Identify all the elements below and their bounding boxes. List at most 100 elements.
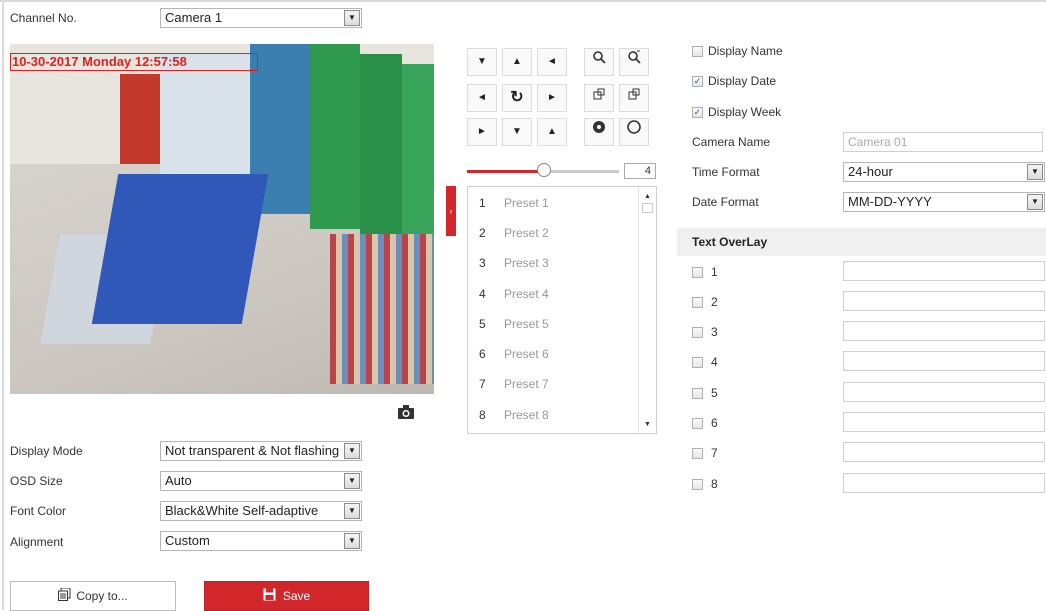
copy-to-button[interactable]: Copy to... — [10, 581, 176, 611]
ptz-down-left-2-button[interactable]: ► — [467, 118, 497, 146]
overlay-checkbox-8[interactable] — [692, 479, 703, 490]
chevron-down-icon: ▼ — [344, 443, 360, 459]
chevron-down-icon: ▼ — [344, 10, 360, 26]
ptz-right-button[interactable]: ► — [537, 84, 567, 112]
scroll-up-icon[interactable]: ▲ — [644, 193, 651, 200]
overlay-checkbox-3[interactable] — [692, 327, 703, 338]
channel-label: Channel No. — [10, 11, 77, 25]
display-name-checkbox[interactable] — [692, 46, 703, 57]
overlay-checkbox-6[interactable] — [692, 418, 703, 429]
date-format-select[interactable]: MM-DD-YYYY ▼ — [843, 192, 1045, 212]
alignment-value: Custom — [165, 533, 210, 548]
time-format-value: 24-hour — [848, 164, 893, 179]
chevron-down-icon: ▼ — [344, 503, 360, 519]
overlay-label-1: 1 — [711, 265, 718, 279]
font-color-value: Black&White Self-adaptive — [165, 503, 319, 518]
alignment-label: Alignment — [10, 535, 64, 549]
preset-item[interactable]: 7 Preset 7 — [468, 369, 638, 399]
font-color-select[interactable]: Black&White Self-adaptive ▼ — [160, 501, 362, 521]
iris-close-icon[interactable] — [584, 118, 614, 146]
preset-item[interactable]: 5 Preset 5 — [468, 309, 638, 339]
channel-select-value: Camera 1 — [165, 10, 223, 25]
overlay-checkbox-4[interactable] — [692, 357, 703, 368]
overlay-checkbox-2[interactable] — [692, 297, 703, 308]
preset-item[interactable]: 8 Preset 8 — [468, 400, 638, 430]
osd-size-value: Auto — [165, 473, 192, 488]
overlay-input-8[interactable] — [843, 473, 1045, 493]
overlay-input-3[interactable] — [843, 321, 1045, 341]
overlay-label-4: 4 — [711, 355, 718, 369]
camera-name-label: Camera Name — [692, 135, 771, 149]
overlay-input-7[interactable] — [843, 442, 1045, 462]
channel-select[interactable]: Camera 1 ▼ — [160, 8, 362, 28]
font-color-label: Font Color — [10, 504, 67, 518]
preset-item[interactable]: 6 Preset 6 — [468, 339, 638, 369]
display-week-checkbox[interactable]: ✓ — [692, 107, 703, 118]
display-mode-label: Display Mode — [10, 444, 83, 458]
overlay-checkbox-5[interactable] — [692, 388, 703, 399]
camera-name-input[interactable]: Camera 01 — [843, 132, 1043, 152]
ptz-up-right-button[interactable]: ◄ — [537, 48, 567, 76]
speed-value: 4 — [624, 163, 656, 179]
overlay-checkbox-7[interactable] — [692, 448, 703, 459]
preset-list[interactable]: 1 Preset 1 2 Preset 2 3 Preset 3 4 Preset 4 … — [467, 186, 657, 434]
preset-item[interactable]: 1 Preset 1 — [468, 188, 638, 218]
ptz-down-left-button[interactable]: ▼ — [467, 48, 497, 76]
overlay-input-5[interactable] — [843, 382, 1045, 402]
focus-far-icon[interactable] — [619, 84, 649, 112]
overlay-input-4[interactable] — [843, 351, 1045, 371]
copy-icon — [58, 583, 71, 611]
live-video[interactable] — [10, 44, 434, 394]
date-format-value: MM-DD-YYYY — [848, 194, 932, 209]
camera-icon[interactable] — [398, 405, 414, 422]
scroll-down-icon[interactable]: ▼ — [644, 421, 651, 428]
copy-to-label: Copy to... — [76, 589, 128, 603]
overlay-label-3: 3 — [711, 325, 718, 339]
overlay-label-7: 7 — [711, 446, 718, 460]
save-button[interactable]: Save — [204, 581, 369, 611]
display-date-checkbox[interactable]: ✓ — [692, 76, 703, 87]
preset-item[interactable]: 4 Preset 4 — [468, 279, 638, 309]
overlay-input-2[interactable] — [843, 291, 1045, 311]
preset-scrollbar[interactable]: ▲ ▼ — [638, 187, 656, 433]
chevron-down-icon: ▼ — [344, 473, 360, 489]
zoom-in-icon[interactable] — [619, 48, 649, 76]
video-toolbar — [10, 394, 434, 430]
alignment-select[interactable]: Custom ▼ — [160, 531, 362, 551]
speed-slider-handle[interactable] — [537, 163, 551, 177]
ptz-up-button[interactable]: ▲ — [502, 48, 532, 76]
overlay-input-1[interactable] — [843, 261, 1045, 281]
display-mode-select[interactable]: Not transparent & Not flashing ▼ — [160, 441, 362, 461]
overlay-checkbox-1[interactable] — [692, 267, 703, 278]
ptz-down-right-button[interactable]: ▲ — [537, 118, 567, 146]
speed-slider-fill — [467, 170, 543, 173]
time-format-select[interactable]: 24-hour ▼ — [843, 162, 1045, 182]
save-label: Save — [282, 589, 311, 603]
chevron-down-icon: ▼ — [1027, 164, 1043, 180]
text-overlay-header: Text OverLay — [677, 228, 1046, 256]
ptz-left-button[interactable]: ◄ — [467, 84, 497, 112]
ptz-auto-button[interactable]: ↻ — [502, 84, 532, 112]
overlay-label-5: 5 — [711, 386, 718, 400]
left-border — [2, 0, 4, 610]
display-week-label: Display Week — [708, 105, 782, 119]
iris-open-icon[interactable] — [619, 118, 649, 146]
chevron-down-icon: ▼ — [344, 533, 360, 549]
top-border — [0, 0, 1046, 2]
date-format-label: Date Format — [692, 195, 759, 209]
preset-item[interactable]: 3 Preset 3 — [468, 248, 638, 278]
osd-date-overlay[interactable]: 10-30-2017 Monday 12:57:58 — [10, 53, 258, 71]
osd-size-select[interactable]: Auto ▼ — [160, 471, 362, 491]
preset-item[interactable]: 2 Preset 2 — [468, 218, 638, 248]
overlay-label-8: 8 — [711, 477, 718, 491]
zoom-out-icon[interactable] — [584, 48, 614, 76]
overlay-input-6[interactable] — [843, 412, 1045, 432]
collapse-panel-button[interactable]: ‹ — [446, 186, 456, 236]
osd-size-label: OSD Size — [10, 474, 63, 488]
save-icon — [263, 583, 276, 611]
scroll-thumb[interactable] — [642, 203, 653, 213]
focus-near-icon[interactable] — [584, 84, 614, 112]
ptz-down-button[interactable]: ▼ — [502, 118, 532, 146]
chevron-down-icon: ▼ — [1027, 194, 1043, 210]
display-name-label: Display Name — [708, 44, 783, 58]
